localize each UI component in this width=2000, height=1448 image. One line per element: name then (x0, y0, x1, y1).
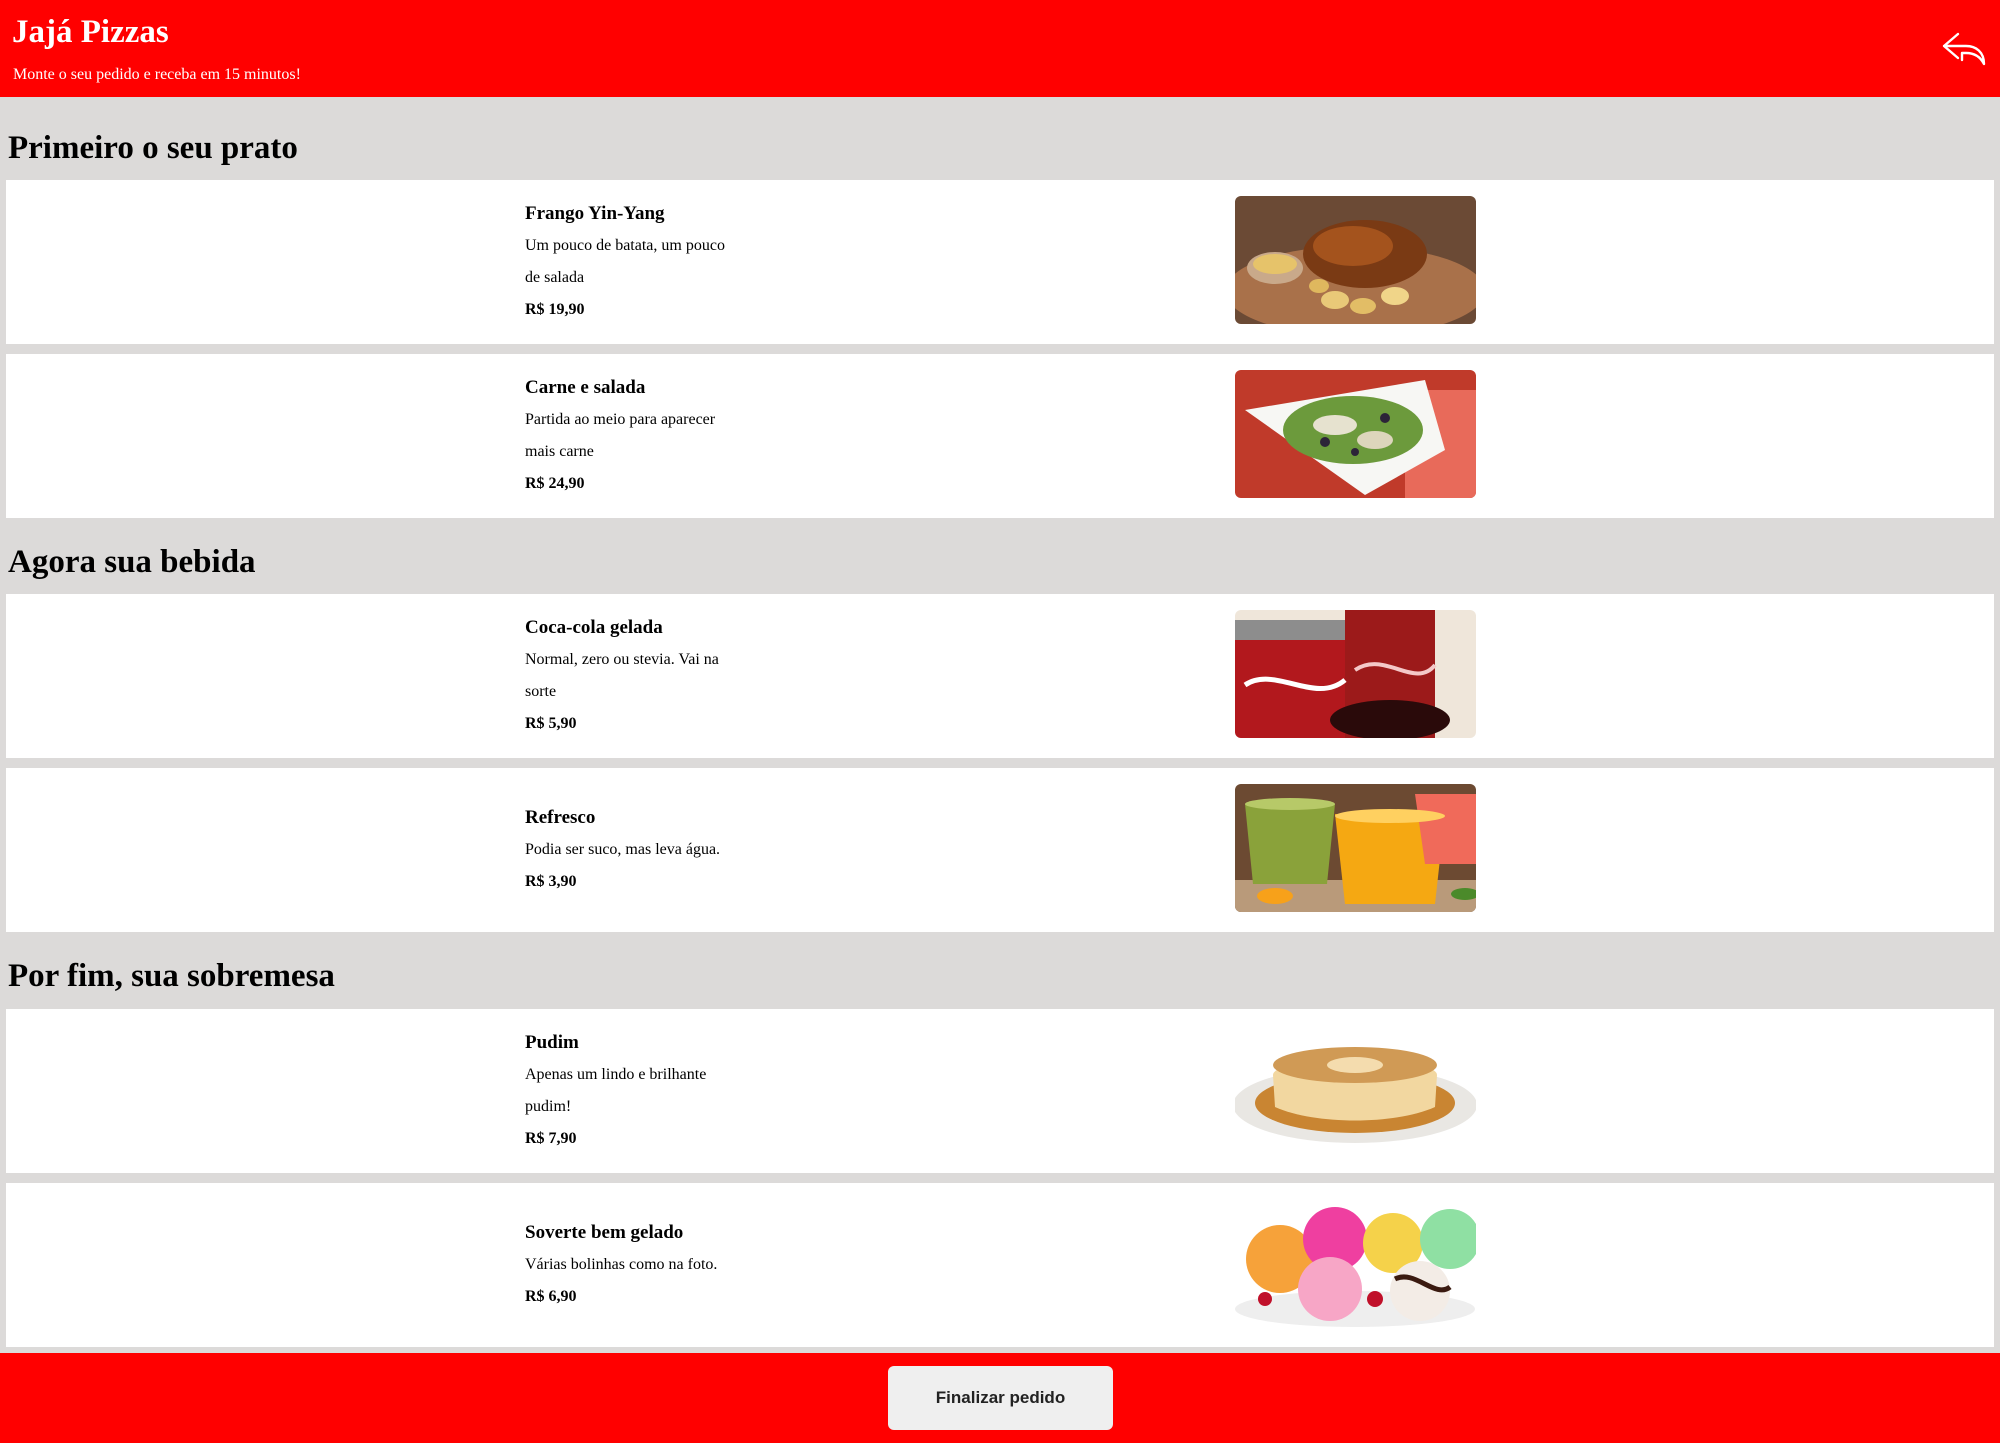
item-price: R$ 3,90 (525, 873, 577, 890)
section-title-drinks: Agora sua bebida (8, 544, 256, 580)
item-price: R$ 24,90 (525, 475, 585, 492)
juice-glasses-image (1235, 784, 1476, 912)
item-description-cont: sorte (525, 683, 557, 700)
item-description-cont: de salada (525, 269, 585, 286)
item-price: R$ 5,90 (525, 715, 577, 732)
cola-cans-image (1235, 610, 1476, 738)
item-info: Refresco Podia ser suco, mas leva água. … (525, 768, 765, 932)
tagline: Monte o seu pedido e receba em 15 minuto… (13, 66, 301, 83)
item-name: Pudim (525, 1032, 579, 1053)
menu-item-card[interactable]: Pudim Apenas um lindo e brilhante pudim!… (6, 1009, 1994, 1173)
item-name: Soverte bem gelado (525, 1222, 684, 1243)
bottom-bar: Finalizar pedido (0, 1353, 2000, 1443)
app: Jajá Pizzas Monte o seu pedido e receba … (0, 0, 2000, 1448)
top-bar: Jajá Pizzas Monte o seu pedido e receba … (0, 0, 2000, 97)
item-name: Carne e salada (525, 377, 646, 398)
bottom-divider (0, 1443, 2000, 1448)
item-price: R$ 6,90 (525, 1288, 577, 1305)
item-description: Partida ao meio para aparecer (525, 411, 716, 428)
item-description: Várias bolinhas como na foto. (525, 1256, 718, 1273)
roast-chicken-image (1235, 196, 1476, 324)
section-title-desserts: Por fim, sua sobremesa (8, 958, 335, 994)
item-info: Coca-cola gelada Normal, zero ou stevia.… (525, 594, 765, 758)
section-title-dishes: Primeiro o seu prato (8, 130, 298, 166)
item-description: Normal, zero ou stevia. Vai na (525, 651, 719, 668)
item-description: Podia ser suco, mas leva água. (525, 841, 721, 858)
item-price: R$ 19,90 (525, 301, 585, 318)
brand-title: Jajá Pizzas (12, 14, 169, 50)
menu-item-card[interactable]: Refresco Podia ser suco, mas leva água. … (6, 768, 1994, 932)
item-info: Carne e salada Partida ao meio para apar… (525, 354, 765, 518)
ice-cream-image (1235, 1199, 1476, 1327)
item-info: Soverte bem gelado Várias bolinhas como … (525, 1183, 765, 1347)
finish-order-button[interactable]: Finalizar pedido (888, 1366, 1113, 1430)
item-description: Apenas um lindo e brilhante (525, 1066, 707, 1083)
back-button[interactable] (1940, 24, 1988, 72)
item-info: Frango Yin-Yang Um pouco de batata, um p… (525, 180, 765, 344)
reply-arrow-icon (1942, 32, 1986, 66)
item-name: Frango Yin-Yang (525, 203, 665, 224)
item-price: R$ 7,90 (525, 1130, 577, 1147)
menu-item-card[interactable]: Soverte bem gelado Várias bolinhas como … (6, 1183, 1994, 1347)
item-description-cont: mais carne (525, 443, 594, 460)
item-description: Um pouco de batata, um pouco (525, 237, 725, 254)
menu-item-card[interactable]: Frango Yin-Yang Um pouco de batata, um p… (6, 180, 1994, 344)
item-description-cont: pudim! (525, 1098, 572, 1115)
menu-item-card[interactable]: Carne e salada Partida ao meio para apar… (6, 354, 1994, 518)
item-info: Pudim Apenas um lindo e brilhante pudim!… (525, 1009, 765, 1173)
pudding-image (1235, 1025, 1476, 1153)
menu-item-card[interactable]: Coca-cola gelada Normal, zero ou stevia.… (6, 594, 1994, 758)
item-name: Coca-cola gelada (525, 617, 663, 638)
item-name: Refresco (525, 807, 596, 828)
salad-bowl-image (1235, 370, 1476, 498)
